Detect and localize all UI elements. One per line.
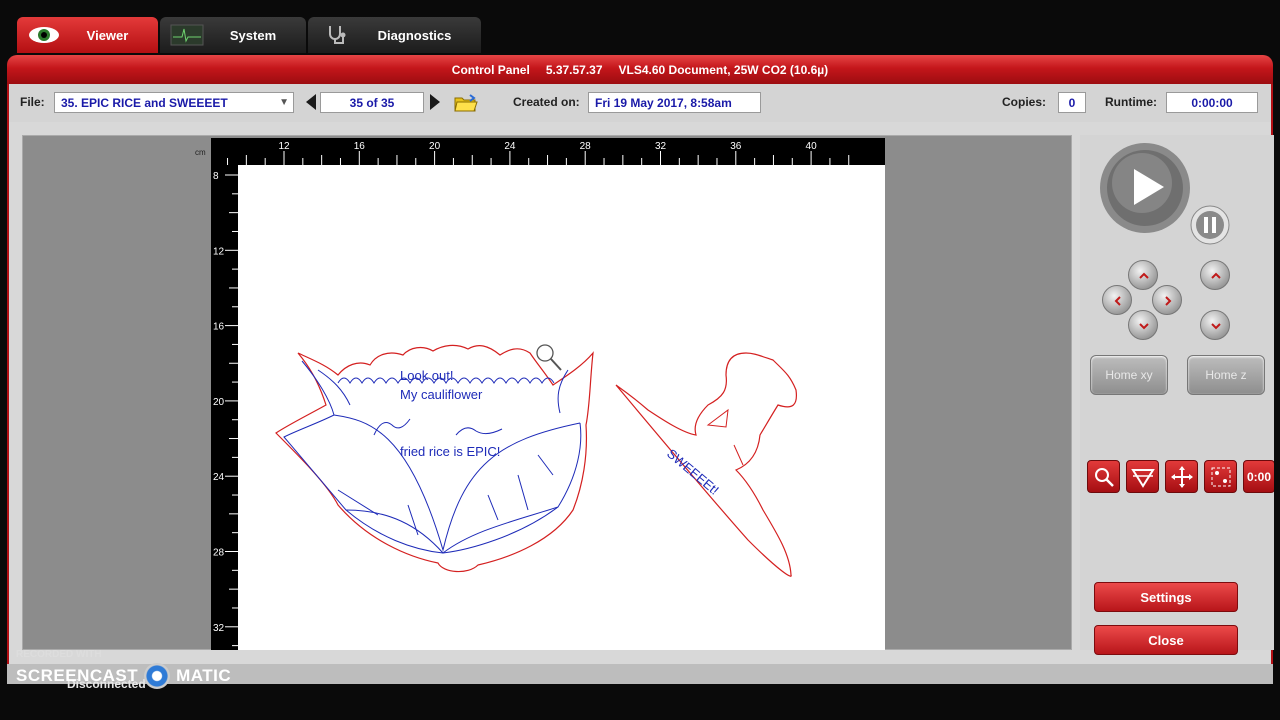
- main-body: File: 35. EPIC RICE and SWEEEET ▼ 35 of …: [7, 84, 1275, 664]
- ruler-x-label: 16: [354, 141, 366, 152]
- file-toolbar: File: 35. EPIC RICE and SWEEEET ▼ 35 of …: [9, 84, 1271, 122]
- tab-viewer[interactable]: Viewer: [17, 17, 158, 53]
- next-page-button[interactable]: [429, 94, 441, 110]
- estimate-time-button[interactable]: 0:00: [1243, 460, 1275, 493]
- page-indicator: 35 of 35: [320, 92, 424, 113]
- focus-icon: [1130, 468, 1155, 488]
- ruler-y-label: 28: [213, 548, 225, 559]
- arrow-down-icon: [1211, 323, 1221, 330]
- design-page[interactable]: Look out! My cauliflower fried rice is E…: [238, 165, 885, 650]
- tab-diagnostics[interactable]: Diagnostics: [308, 17, 481, 53]
- watermark-logo: SCREENCAST MATIC: [16, 663, 232, 689]
- design-text-board: SWEEEEt!: [664, 446, 722, 498]
- jog-left-button[interactable]: [1102, 285, 1132, 315]
- runtime-field: 0:00:00: [1166, 92, 1258, 113]
- home-z-button[interactable]: Home z: [1187, 355, 1265, 395]
- magnifier-icon: [1094, 467, 1114, 487]
- file-select[interactable]: 35. EPIC RICE and SWEEEET ▼: [54, 92, 294, 113]
- home-z-label: Home z: [1205, 368, 1247, 382]
- title-bar: Control Panel 5.37.57.37 VLS4.60 Documen…: [7, 55, 1273, 84]
- runtime-value: 0:00:00: [1191, 96, 1233, 110]
- title-name: Control Panel: [451, 62, 530, 77]
- timer-icon: 0:00: [1246, 469, 1272, 484]
- relocate-tool-button[interactable]: [1204, 460, 1237, 493]
- file-label: File:: [20, 95, 45, 109]
- design-text-line2: My cauliflower: [400, 387, 483, 402]
- title-document: VLS4.60 Document, 25W CO2 (10.6µ): [618, 62, 829, 77]
- design-text-line3: fried rice is EPIC!: [400, 444, 500, 459]
- ruler-x-label: 36: [730, 141, 742, 152]
- ruler-x-label: 12: [278, 141, 290, 152]
- job-viewer[interactable]: cm 12 16 20 24 28 32 36 40 8 12 16 20 24 28 32 Look o: [22, 135, 1072, 650]
- jog-down-button[interactable]: [1128, 310, 1158, 340]
- created-label: Created on:: [513, 95, 580, 109]
- design-canvas: Look out! My cauliflower fried rice is E…: [275, 344, 798, 577]
- ruler-y-label: 32: [213, 623, 225, 634]
- tab-diagnostics-label: Diagnostics: [377, 27, 452, 43]
- ruler-x-label: 28: [580, 141, 592, 152]
- window-edge: [1274, 84, 1280, 664]
- watermark-recorded-with: RECORDED WITH: [16, 649, 102, 660]
- move-tool-button[interactable]: [1165, 460, 1198, 493]
- tab-viewer-label: Viewer: [86, 27, 129, 43]
- pause-button[interactable]: [1190, 205, 1230, 245]
- close-button[interactable]: Close: [1094, 625, 1238, 655]
- copies-label: Copies:: [1002, 95, 1047, 109]
- ruler-y-label: 24: [213, 472, 225, 483]
- home-xy-button[interactable]: Home xy: [1090, 355, 1168, 395]
- settings-label: Settings: [1140, 589, 1192, 605]
- tab-system-label: System: [229, 27, 277, 43]
- jog-z-down-button[interactable]: [1200, 310, 1230, 340]
- ruler-y-label: 8: [213, 171, 219, 182]
- magnifier-cursor-icon: [536, 344, 562, 371]
- close-label: Close: [1148, 632, 1184, 648]
- runtime-label: Runtime:: [1105, 95, 1157, 109]
- jog-up-button[interactable]: [1128, 260, 1158, 290]
- copies-field[interactable]: 0: [1058, 92, 1086, 113]
- ruler-x-label: 24: [504, 141, 516, 152]
- play-button[interactable]: [1098, 141, 1192, 235]
- arrow-up-icon: [1211, 272, 1221, 279]
- ruler-x-label: 40: [806, 141, 818, 152]
- move-icon: [1170, 465, 1193, 488]
- vertical-ruler: 8 12 16 20 24 28 32: [211, 165, 238, 650]
- right-control-panel: Home xy Home z 0:00 Settings Close: [1080, 135, 1275, 655]
- ruler-y-label: 16: [213, 322, 225, 333]
- arrow-right-icon: [1165, 296, 1172, 306]
- control-panel-window: Viewer System Diagnostics Control Panel …: [0, 0, 1280, 720]
- horizontal-ruler: 12 16 20 24 28 32 36 40: [211, 138, 885, 165]
- home-xy-label: Home xy: [1105, 368, 1153, 382]
- record-dot-icon: [144, 663, 171, 689]
- watermark-brand-left: SCREENCAST: [16, 666, 139, 685]
- ruler-y-label: 20: [213, 397, 225, 408]
- zoom-tool-button[interactable]: [1087, 460, 1120, 493]
- ruler-x-label: 20: [429, 141, 441, 152]
- ruler-x-label: 32: [655, 141, 667, 152]
- jog-z-up-button[interactable]: [1200, 260, 1230, 290]
- surfer-cut-outline: [615, 352, 798, 577]
- arrow-down-icon: [1139, 323, 1149, 330]
- design-text-line1: Look out!: [400, 368, 454, 383]
- jog-right-button[interactable]: [1152, 285, 1182, 315]
- copies-value: 0: [1068, 96, 1076, 110]
- created-date-value: Fri 19 May 2017, 8:58am: [595, 96, 732, 110]
- page-indicator-text: 35 of 35: [349, 96, 395, 110]
- settings-button[interactable]: Settings: [1094, 582, 1238, 612]
- arrow-left-icon: [1114, 296, 1121, 306]
- chevron-down-icon: ▼: [279, 97, 289, 108]
- previous-page-button[interactable]: [305, 94, 317, 110]
- relocate-icon: [1211, 467, 1230, 486]
- title-version: 5.37.57.37: [545, 62, 603, 77]
- arrow-up-icon: [1139, 272, 1149, 279]
- ruler-y-label: 12: [213, 246, 225, 257]
- tab-system[interactable]: System: [160, 17, 306, 53]
- focus-tool-button[interactable]: [1126, 460, 1159, 493]
- open-folder-icon[interactable]: [453, 93, 479, 113]
- watermark-brand-right: MATIC: [176, 666, 232, 685]
- ruler-unit-label: cm: [195, 148, 206, 157]
- created-date-field: Fri 19 May 2017, 8:58am: [588, 92, 761, 113]
- file-select-value: 35. EPIC RICE and SWEEEET: [61, 96, 228, 110]
